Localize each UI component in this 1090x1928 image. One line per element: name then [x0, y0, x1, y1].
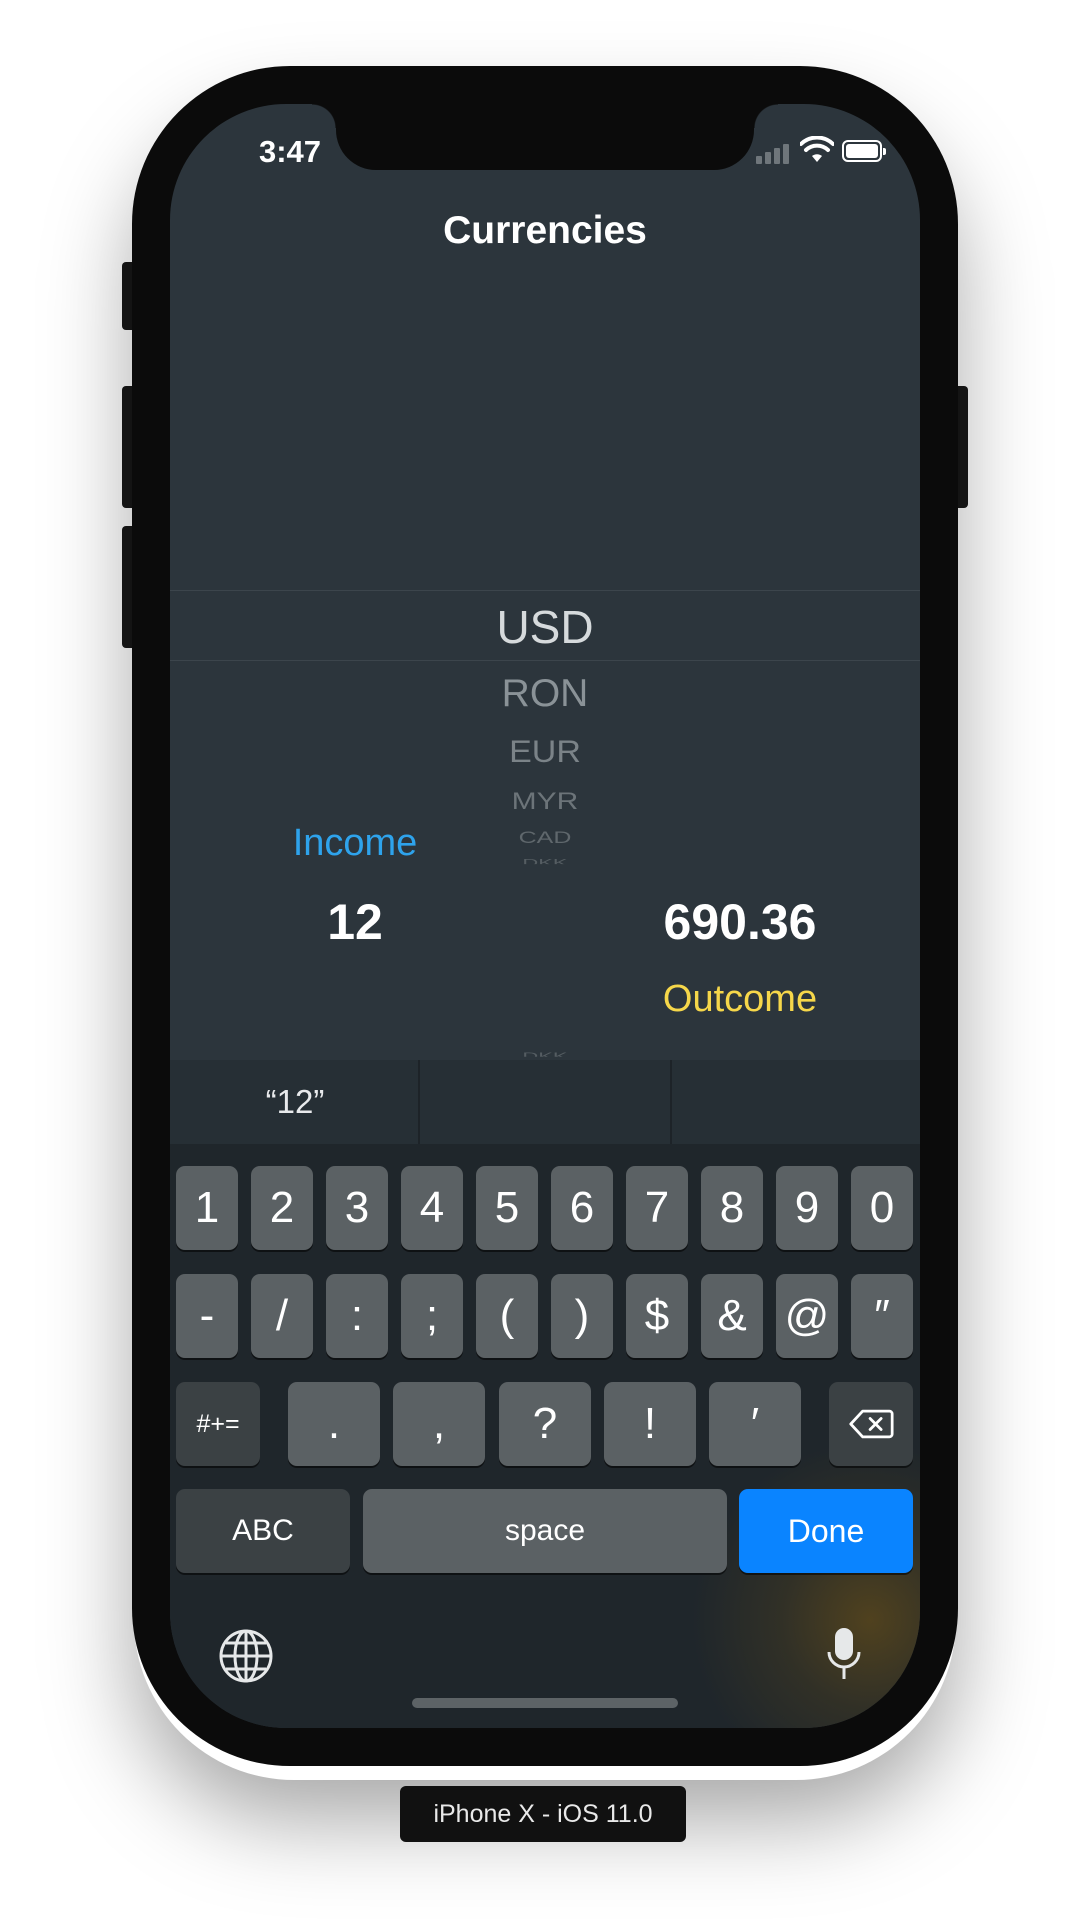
- key-ampersand[interactable]: &: [701, 1274, 763, 1358]
- key-close-paren[interactable]: ): [551, 1274, 613, 1358]
- key-comma[interactable]: ,: [393, 1382, 485, 1466]
- outcome-label: Outcome: [662, 978, 818, 1020]
- key-question[interactable]: ?: [499, 1382, 591, 1466]
- income-input[interactable]: 12: [270, 892, 440, 952]
- key-dollar[interactable]: $: [626, 1274, 688, 1358]
- battery-icon: [842, 140, 886, 162]
- wifi-icon: [800, 136, 834, 162]
- suggestion-item[interactable]: [672, 1060, 920, 1144]
- more-symbols-key[interactable]: #+=: [176, 1382, 260, 1466]
- keyboard-glow: [690, 1440, 920, 1728]
- key-7[interactable]: 7: [626, 1166, 688, 1250]
- picker-item[interactable]: MYR: [170, 790, 920, 814]
- status-time: 3:47: [258, 134, 322, 169]
- picker-item[interactable]: RON: [170, 674, 920, 714]
- key-colon[interactable]: :: [326, 1274, 388, 1358]
- key-1[interactable]: 1: [176, 1166, 238, 1250]
- key-double-quote[interactable]: ″: [851, 1274, 913, 1358]
- key-period[interactable]: .: [288, 1382, 380, 1466]
- cellular-signal-icon: [756, 142, 792, 164]
- key-apostrophe[interactable]: ′: [709, 1382, 801, 1466]
- picker-selection-top-line: [170, 590, 920, 591]
- key-4[interactable]: 4: [401, 1166, 463, 1250]
- key-3[interactable]: 3: [326, 1166, 388, 1250]
- space-key[interactable]: space: [363, 1489, 727, 1573]
- key-open-paren[interactable]: (: [476, 1274, 538, 1358]
- key-exclamation[interactable]: !: [604, 1382, 696, 1466]
- key-2[interactable]: 2: [251, 1166, 313, 1250]
- key-slash[interactable]: /: [251, 1274, 313, 1358]
- key-5[interactable]: 5: [476, 1166, 538, 1250]
- suggestion-item[interactable]: [420, 1060, 670, 1144]
- numeric-keyboard: “12” 1 2 3 4 5 6 7 8 9 0 - / : ; ( ) $ &…: [170, 1060, 920, 1728]
- key-hyphen[interactable]: -: [176, 1274, 238, 1358]
- picker-item-selected[interactable]: USD: [170, 604, 920, 652]
- phone-screen: 3:47 Currencies USD RON EUR MYR CAD DKK …: [170, 104, 920, 1728]
- key-6[interactable]: 6: [551, 1166, 613, 1250]
- device-caption: iPhone X - iOS 11.0: [400, 1786, 686, 1842]
- key-0[interactable]: 0: [851, 1166, 913, 1250]
- outcome-value: 690.36: [663, 894, 817, 950]
- picker-item: DKK: [170, 1051, 920, 1056]
- key-9[interactable]: 9: [776, 1166, 838, 1250]
- backspace-key[interactable]: [829, 1382, 913, 1466]
- picker-item[interactable]: EUR: [170, 736, 920, 769]
- income-label: Income: [292, 822, 418, 864]
- suggestion-bar: “12”: [170, 1060, 920, 1144]
- home-indicator[interactable]: [412, 1698, 678, 1708]
- abc-key[interactable]: ABC: [176, 1489, 350, 1573]
- microphone-icon[interactable]: [826, 1626, 862, 1682]
- suggestion-item[interactable]: “12”: [170, 1060, 420, 1144]
- key-semicolon[interactable]: ;: [401, 1274, 463, 1358]
- globe-icon[interactable]: [218, 1628, 274, 1684]
- key-8[interactable]: 8: [701, 1166, 763, 1250]
- page-title: Currencies: [443, 209, 647, 252]
- key-at[interactable]: @: [776, 1274, 838, 1358]
- picker-selection-bottom-line: [170, 660, 920, 661]
- backspace-icon: [849, 1409, 894, 1439]
- done-button[interactable]: Done: [739, 1489, 913, 1573]
- device-notch: [312, 104, 778, 170]
